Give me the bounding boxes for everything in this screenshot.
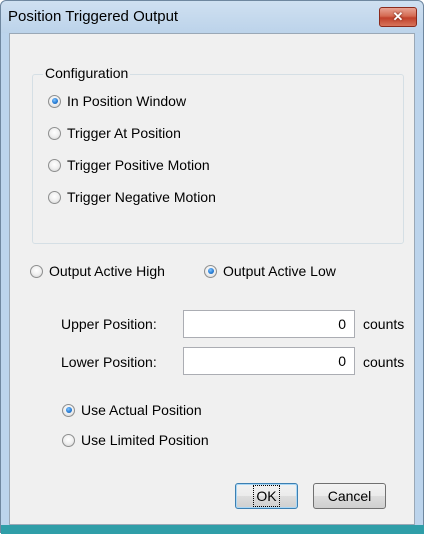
configuration-group: Configuration In Position Window Trigger… xyxy=(32,65,404,244)
radio-use-actual-position[interactable]: Use Actual Position xyxy=(62,402,202,418)
radio-label: Use Actual Position xyxy=(81,402,202,418)
radio-in-position-window[interactable]: In Position Window xyxy=(48,93,186,109)
radio-button[interactable] xyxy=(62,433,75,447)
radio-label: Trigger Negative Motion xyxy=(67,189,216,205)
radio-button[interactable] xyxy=(48,126,61,140)
radio-button-checked[interactable] xyxy=(204,264,217,278)
radio-label: Output Active High xyxy=(49,263,165,279)
radio-trigger-positive-motion[interactable]: Trigger Positive Motion xyxy=(48,157,210,173)
radio-output-active-high[interactable]: Output Active High xyxy=(30,263,165,279)
radio-button[interactable] xyxy=(48,158,61,172)
radio-label: Output Active Low xyxy=(223,263,336,279)
upper-position-unit: counts xyxy=(363,316,405,332)
upper-position-label: Upper Position: xyxy=(61,316,157,332)
configuration-group-label: Configuration xyxy=(43,65,131,81)
window-title: Position Triggered Output xyxy=(8,8,179,25)
upper-position-input[interactable]: 0 xyxy=(183,310,355,338)
ok-button[interactable]: OK xyxy=(235,483,298,509)
radio-output-active-low[interactable]: Output Active Low xyxy=(204,263,336,279)
title-bar[interactable]: Position Triggered Output ✕ xyxy=(1,1,423,33)
radio-trigger-negative-motion[interactable]: Trigger Negative Motion xyxy=(48,189,216,205)
lower-position-input[interactable]: 0 xyxy=(183,347,355,375)
lower-position-label: Lower Position: xyxy=(61,354,157,370)
ok-button-label: OK xyxy=(253,485,280,507)
radio-use-limited-position[interactable]: Use Limited Position xyxy=(62,432,209,448)
dialog-client-area: Configuration In Position Window Trigger… xyxy=(9,33,415,525)
dialog-window: Position Triggered Output ✕ Configuratio… xyxy=(0,0,424,534)
close-icon: ✕ xyxy=(392,9,404,24)
radio-trigger-at-position[interactable]: Trigger At Position xyxy=(48,125,181,141)
radio-button-checked[interactable] xyxy=(62,403,75,417)
radio-button-checked[interactable] xyxy=(48,94,61,108)
radio-button[interactable] xyxy=(48,190,61,204)
radio-button[interactable] xyxy=(30,264,43,278)
radio-label: Trigger At Position xyxy=(67,125,181,141)
lower-position-unit: counts xyxy=(363,354,405,370)
cancel-button-label: Cancel xyxy=(327,488,372,504)
cancel-button[interactable]: Cancel xyxy=(313,483,386,509)
close-button[interactable]: ✕ xyxy=(379,7,417,27)
radio-label: In Position Window xyxy=(67,93,187,109)
radio-label: Use Limited Position xyxy=(81,432,209,448)
radio-label: Trigger Positive Motion xyxy=(67,157,210,173)
